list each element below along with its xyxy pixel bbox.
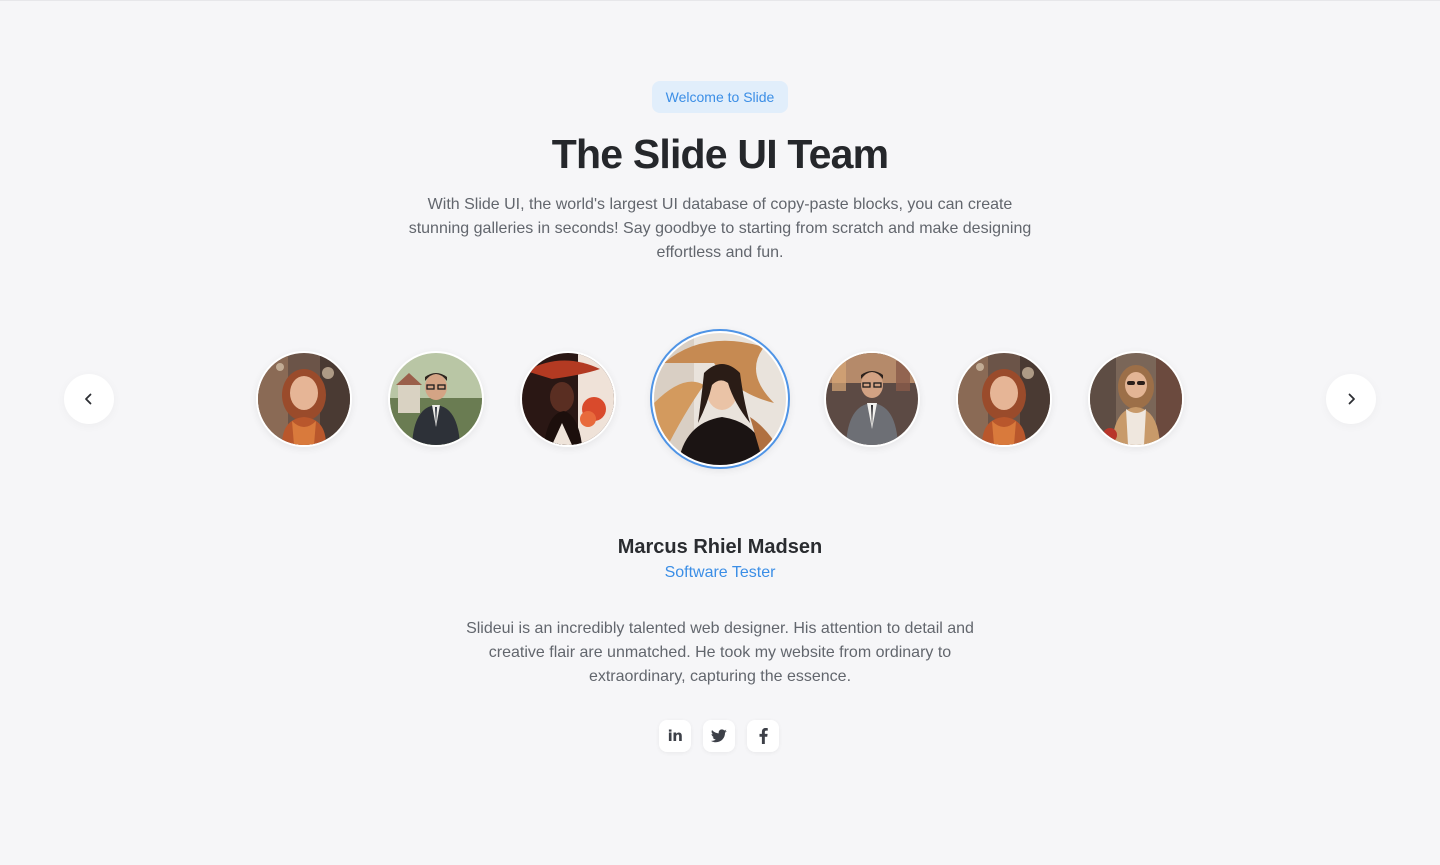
team-section: Welcome to Slide The Slide UI Team With … <box>0 0 1440 865</box>
linkedin-icon: in <box>667 726 683 745</box>
member-quote: Slideui is an incredibly talented web de… <box>466 620 974 685</box>
team-avatar[interactable] <box>956 351 1052 447</box>
welcome-badge: Welcome to Slide <box>652 81 788 113</box>
page-title: The Slide UI Team <box>551 131 889 177</box>
chevron-right-icon <box>1348 393 1355 405</box>
twitter-button[interactable] <box>703 720 735 752</box>
team-avatar[interactable] <box>1088 351 1184 447</box>
portrait-woman-red-hat <box>522 353 614 445</box>
team-avatar[interactable] <box>256 351 352 447</box>
portrait-woman-flowing-hair <box>654 333 786 465</box>
portrait-man-gray-suit <box>826 353 918 445</box>
carousel-next-button[interactable] <box>1326 374 1376 424</box>
page-subtitle: With Slide UI, the world's largest UI da… <box>408 196 1032 261</box>
carousel-prev-button[interactable] <box>64 374 114 424</box>
portrait-woman-scarf <box>958 353 1050 445</box>
facebook-button[interactable] <box>747 720 779 752</box>
linkedin-button[interactable]: in <box>659 720 691 752</box>
top-divider <box>0 0 1440 1</box>
team-avatar[interactable] <box>520 351 616 447</box>
team-avatar[interactable] <box>824 351 920 447</box>
team-avatar-active[interactable] <box>650 329 790 469</box>
member-name: Marcus Rhiel Madsen <box>617 536 823 558</box>
portrait-man-suit-glasses <box>390 353 482 445</box>
chevron-left-icon <box>85 393 92 405</box>
member-role: Software Tester <box>664 564 776 581</box>
portrait-woman-scarf <box>258 353 350 445</box>
portrait-woman-sunglasses <box>1090 353 1182 445</box>
facebook-icon <box>759 728 768 744</box>
social-links: in <box>659 720 779 752</box>
twitter-icon <box>711 729 727 743</box>
team-avatar[interactable] <box>388 351 484 447</box>
